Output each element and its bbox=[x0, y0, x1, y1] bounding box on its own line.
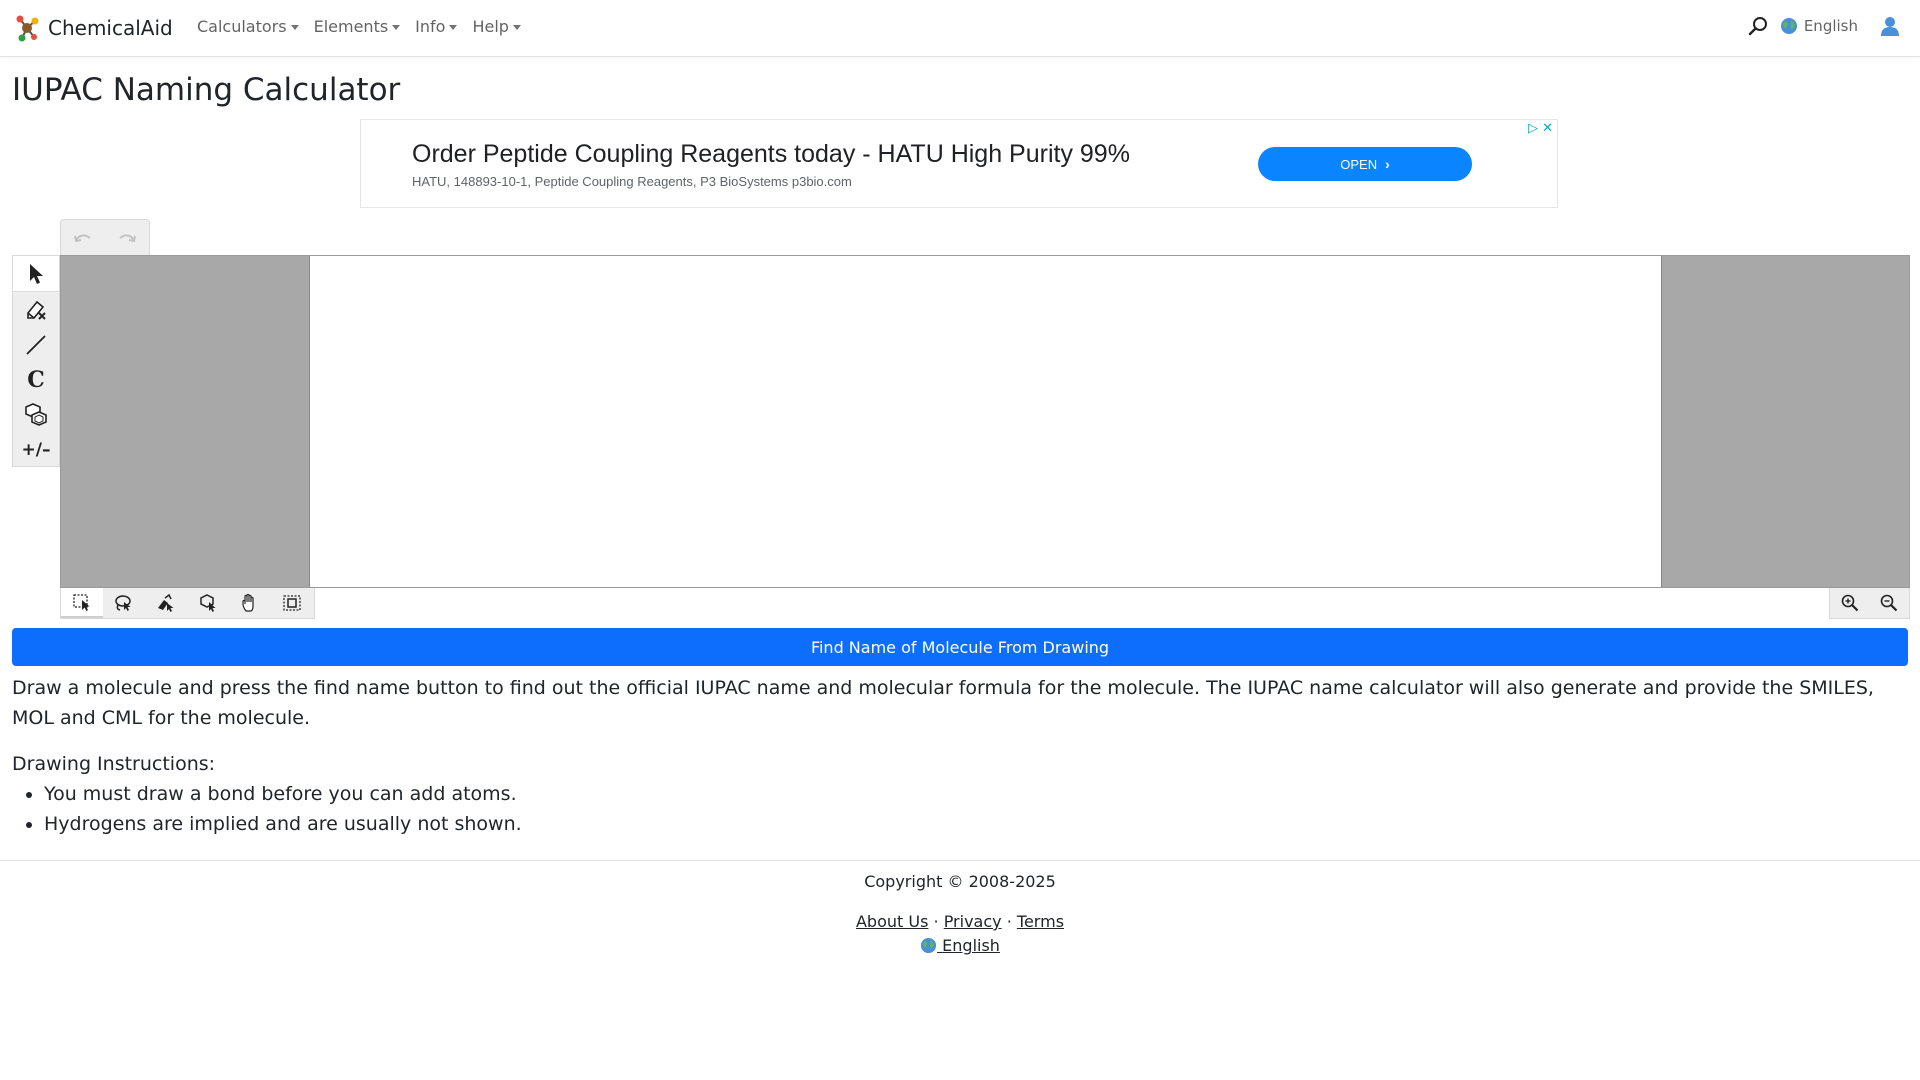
description-text: Draw a molecule and press the find name … bbox=[12, 677, 1874, 729]
ad-subline: HATU, 148893-10-1, Peptide Coupling Reag… bbox=[412, 174, 852, 189]
find-name-button[interactable]: Find Name of Molecule From Drawing bbox=[12, 628, 1908, 666]
eraser-icon[interactable] bbox=[13, 292, 59, 327]
chevron-down-icon bbox=[392, 25, 401, 30]
chevron-down-icon bbox=[449, 25, 458, 30]
language-label: English bbox=[1803, 17, 1858, 35]
footer-divider bbox=[0, 860, 1920, 861]
link-separator: · bbox=[1006, 912, 1012, 931]
charge-icon[interactable]: +/– bbox=[13, 432, 59, 467]
chevron-down-icon bbox=[512, 25, 521, 30]
bottom-toolbar bbox=[60, 588, 315, 619]
instructions-list: You must draw a bond before you can add … bbox=[12, 779, 522, 839]
carbon-atom-icon[interactable]: C bbox=[13, 362, 59, 397]
redo-icon[interactable] bbox=[105, 220, 149, 256]
page-title: IUPAC Naming Calculator bbox=[12, 72, 401, 108]
atom-label: C bbox=[27, 366, 45, 393]
brand-link[interactable]: ChemicalAid bbox=[14, 13, 173, 43]
navbar-right: English bbox=[1747, 15, 1900, 37]
zoom-toolbar bbox=[1829, 588, 1910, 619]
menu-calculators[interactable]: Calculators bbox=[197, 17, 299, 36]
menu-help[interactable]: Help bbox=[472, 17, 521, 36]
bond-line-icon[interactable] bbox=[13, 327, 59, 362]
menu-elements-label: Elements bbox=[313, 17, 389, 36]
menu-calculators-label: Calculators bbox=[197, 17, 287, 36]
footer-links: About Us · Privacy · Terms bbox=[0, 912, 1920, 931]
pan-hand-icon[interactable] bbox=[229, 588, 271, 618]
footer-language-link[interactable]: English bbox=[920, 936, 1000, 955]
ring-template-icon[interactable] bbox=[13, 397, 59, 432]
main-menu: Calculators Elements Info Help bbox=[197, 17, 536, 36]
rectangle-select-icon[interactable] bbox=[61, 588, 103, 618]
menu-elements[interactable]: Elements bbox=[314, 17, 401, 36]
menu-info-label: Info bbox=[415, 17, 446, 36]
copyright-text: Copyright © 2008-2025 bbox=[864, 872, 1056, 891]
ad-choices: ▷ ✕ bbox=[1524, 121, 1553, 136]
instructions-heading: Drawing Instructions: bbox=[12, 753, 216, 775]
ad-open-label: OPEN bbox=[1340, 156, 1378, 172]
menu-help-label: Help bbox=[472, 17, 509, 36]
fragment-select-icon[interactable] bbox=[145, 588, 187, 618]
user-icon[interactable] bbox=[1880, 15, 1900, 37]
undo-redo-toolbar bbox=[60, 219, 150, 255]
search-icon[interactable] bbox=[1747, 15, 1769, 37]
about-us-link[interactable]: About Us bbox=[856, 912, 928, 931]
brand-name: ChemicalAid bbox=[48, 16, 173, 40]
zoom-in-icon[interactable] bbox=[1830, 588, 1870, 618]
chevron-down-icon bbox=[290, 25, 299, 30]
molecule-logo-icon bbox=[16, 15, 39, 42]
list-item: Hydrogens are implied and are usually no… bbox=[44, 809, 522, 839]
close-icon[interactable]: ✕ bbox=[1542, 121, 1553, 136]
advertisement: Order Peptide Coupling Reagents today - … bbox=[360, 119, 1558, 208]
ad-choices-icon[interactable]: ▷ bbox=[1528, 121, 1538, 136]
editor-canvas-area bbox=[60, 255, 1910, 588]
undo-icon[interactable] bbox=[61, 220, 105, 256]
link-separator: · bbox=[933, 912, 939, 931]
ad-open-button[interactable]: OPEN › bbox=[1258, 147, 1472, 181]
footer-language-label: English bbox=[942, 936, 1000, 955]
drawing-canvas[interactable] bbox=[309, 256, 1662, 587]
zoom-select-icon[interactable] bbox=[187, 588, 229, 618]
left-toolbar: C +/– bbox=[12, 255, 60, 467]
globe-icon bbox=[1780, 18, 1797, 34]
chevron-right-icon: › bbox=[1385, 156, 1390, 172]
zoom-out-icon[interactable] bbox=[1870, 588, 1910, 618]
top-navbar: ChemicalAid Calculators Elements Info He… bbox=[0, 0, 1920, 57]
ad-headline[interactable]: Order Peptide Coupling Reagents today - … bbox=[412, 140, 1130, 169]
select-arrow-icon[interactable] bbox=[13, 256, 59, 292]
select-all-icon[interactable] bbox=[271, 588, 313, 618]
terms-link[interactable]: Terms bbox=[1017, 912, 1064, 931]
menu-info[interactable]: Info bbox=[415, 17, 458, 36]
language-switcher[interactable]: English bbox=[1780, 17, 1858, 35]
globe-icon bbox=[921, 937, 937, 954]
privacy-link[interactable]: Privacy bbox=[944, 912, 1002, 931]
list-item: You must draw a bond before you can add … bbox=[44, 779, 522, 809]
footer-language-row: English bbox=[0, 936, 1920, 955]
charge-label: +/– bbox=[21, 439, 51, 460]
lasso-select-icon[interactable] bbox=[103, 588, 145, 618]
